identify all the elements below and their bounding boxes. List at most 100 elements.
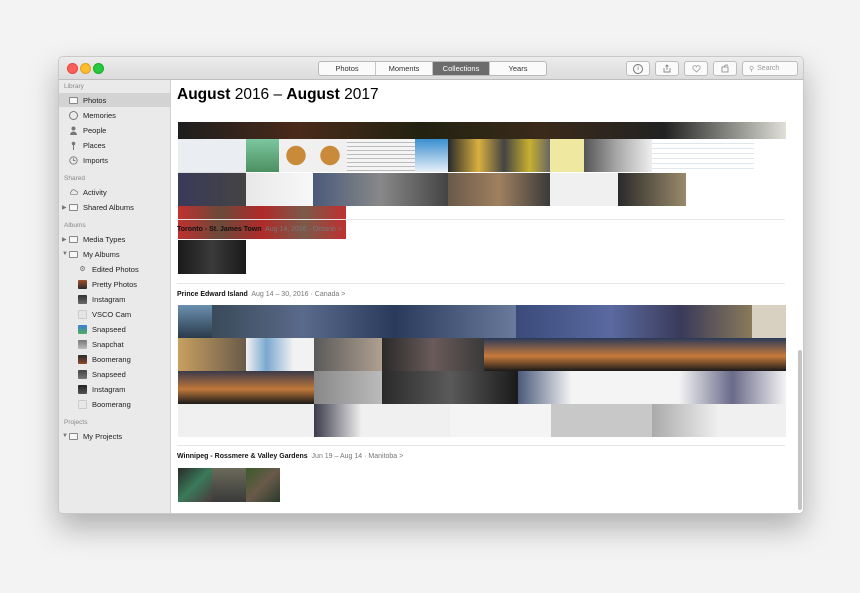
sidebar-item-label: Shared Albums [83,202,134,212]
search-icon: ⚲ [749,65,755,73]
disclosure-triangle-open-icon[interactable]: ▼ [62,251,68,257]
sidebar-item-instagram-2[interactable]: Instagram [59,382,170,396]
photo-thumbnail[interactable] [448,173,550,206]
photo-thumbnail[interactable] [314,371,382,404]
collection-region-link[interactable]: Manitoba [368,453,397,460]
sidebar-item-imports[interactable]: Imports [59,153,170,167]
sidebar-item-snapseed-2[interactable]: Snapseed [59,367,170,381]
minimize-window-button[interactable] [80,63,91,74]
photo-thumbnail[interactable] [246,468,280,502]
sidebar-item-snapchat[interactable]: Snapchat [59,337,170,351]
sidebar-item-my-albums[interactable]: ▼ My Albums [59,247,170,261]
view-segmented-control: Photos Moments Collections Years [318,61,547,76]
folder-icon [69,432,78,441]
photo-thumbnail[interactable] [178,305,212,338]
toolbar: Photos Moments Collections Years i ⚲ Sea… [59,57,803,80]
sidebar-item-boomerang-2[interactable]: Boomerang [59,397,170,411]
chevron-right-icon: > [337,226,342,233]
sidebar-item-edited-photos[interactable]: ⚙ Edited Photos [59,262,170,276]
share-icon [663,64,671,73]
sidebar-item-shared-albums[interactable]: ▶ Shared Albums [59,200,170,214]
photo-thumbnail[interactable] [178,139,246,173]
photo-thumbnail[interactable] [178,404,314,437]
photo-thumbnail[interactable] [484,338,786,371]
sidebar-item-pretty-photos[interactable]: Pretty Photos [59,277,170,291]
tab-years[interactable]: Years [490,62,546,75]
sidebar-item-media-types[interactable]: ▶ Media Types [59,232,170,246]
search-field[interactable]: ⚲ Search [742,61,798,76]
photo-thumbnail[interactable] [652,404,786,437]
photo-thumbnail[interactable] [212,468,246,502]
sidebar-item-label: Imports [83,155,109,165]
collection-header-toronto[interactable]: Toronto - St. James Town Aug 14, 2016 · … [177,226,342,233]
rotate-button[interactable] [713,61,737,76]
photo-thumbnail[interactable] [752,305,786,338]
photo-thumbnail[interactable] [347,139,415,172]
favorite-button[interactable] [684,61,708,76]
sidebar-item-my-projects[interactable]: ▼ My Projects [59,429,170,443]
photo-thumbnail[interactable] [313,173,448,206]
photo-thumbnail[interactable] [246,338,314,371]
photo-thumbnail[interactable] [618,173,686,206]
photo-thumbnail[interactable] [550,173,618,206]
disclosure-triangle-icon[interactable]: ▶ [62,204,67,211]
folder-icon [69,235,78,244]
sidebar-item-places[interactable]: Places [59,138,170,152]
photo-thumbnail[interactable] [178,371,314,404]
photo-thumbnail[interactable] [550,139,584,172]
photo-thumbnail[interactable] [382,371,518,404]
tab-moments[interactable]: Moments [376,62,433,75]
photo-thumbnail[interactable] [178,240,246,274]
collection-date: Aug 14, 2016 [265,226,307,233]
collection-header-winnipeg[interactable]: Winnipeg - Rossmere & Valley Gardens Jun… [177,453,403,460]
sidebar-item-label: Media Types [83,234,126,244]
scrollbar[interactable] [798,350,802,510]
photo-thumbnail[interactable] [516,305,752,338]
photo-thumbnail[interactable] [450,404,652,437]
photo-thumbnail[interactable] [382,338,484,371]
photo-thumbnail[interactable] [178,206,346,239]
sidebar-item-boomerang[interactable]: Boomerang [59,352,170,366]
photo-thumbnail[interactable] [448,139,550,172]
photo-thumbnail[interactable] [314,338,382,371]
sidebar-item-label: Memories [83,110,116,120]
photo-thumbnail[interactable] [178,173,246,206]
sidebar-item-label: Snapchat [92,339,124,349]
info-icon: i [633,63,643,74]
photo-thumbnail[interactable] [652,139,754,172]
collection-region-link[interactable]: Ontario [313,226,336,233]
album-icon [78,384,87,394]
tab-photos[interactable]: Photos [319,62,376,75]
info-button[interactable]: i [626,61,650,76]
photo-thumbnail[interactable] [279,139,313,172]
share-button[interactable] [655,61,679,76]
tab-collections[interactable]: Collections [433,62,490,75]
photo-thumbnail[interactable] [212,305,516,338]
photo-thumbnail[interactable] [314,404,450,437]
photo-thumbnail[interactable] [246,139,279,172]
album-icon [78,294,87,304]
disclosure-triangle-icon[interactable]: ▶ [62,236,67,243]
sidebar-item-instagram[interactable]: Instagram [59,292,170,306]
sidebar-item-activity[interactable]: Activity [59,185,170,199]
photo-thumbnail[interactable] [584,139,652,172]
close-window-button[interactable] [67,63,78,74]
sidebar-item-photos[interactable]: Photos [59,93,170,107]
sidebar-item-memories[interactable]: Memories [59,108,170,122]
zoom-window-button[interactable] [93,63,104,74]
photo-thumbnail[interactable] [246,173,313,206]
collection-region-link[interactable]: Canada [315,291,340,298]
heart-icon [691,64,701,73]
sidebar-item-vsco-cam[interactable]: VSCO Cam [59,307,170,321]
collection-header-pei[interactable]: Prince Edward Island Aug 14 – 30, 2016 ·… [177,291,345,298]
photo-thumbnail[interactable] [178,338,246,371]
disclosure-triangle-open-icon[interactable]: ▼ [62,433,68,439]
sidebar-item-snapseed[interactable]: Snapseed [59,322,170,336]
sidebar-item-people[interactable]: People [59,123,170,137]
photo-thumbnail[interactable] [415,139,448,172]
photo-thumbnail[interactable] [178,468,212,502]
sidebar-item-label: Snapseed [92,324,126,334]
people-icon [69,126,78,135]
photo-thumbnail[interactable] [518,371,786,404]
photo-thumbnail[interactable] [313,139,347,172]
